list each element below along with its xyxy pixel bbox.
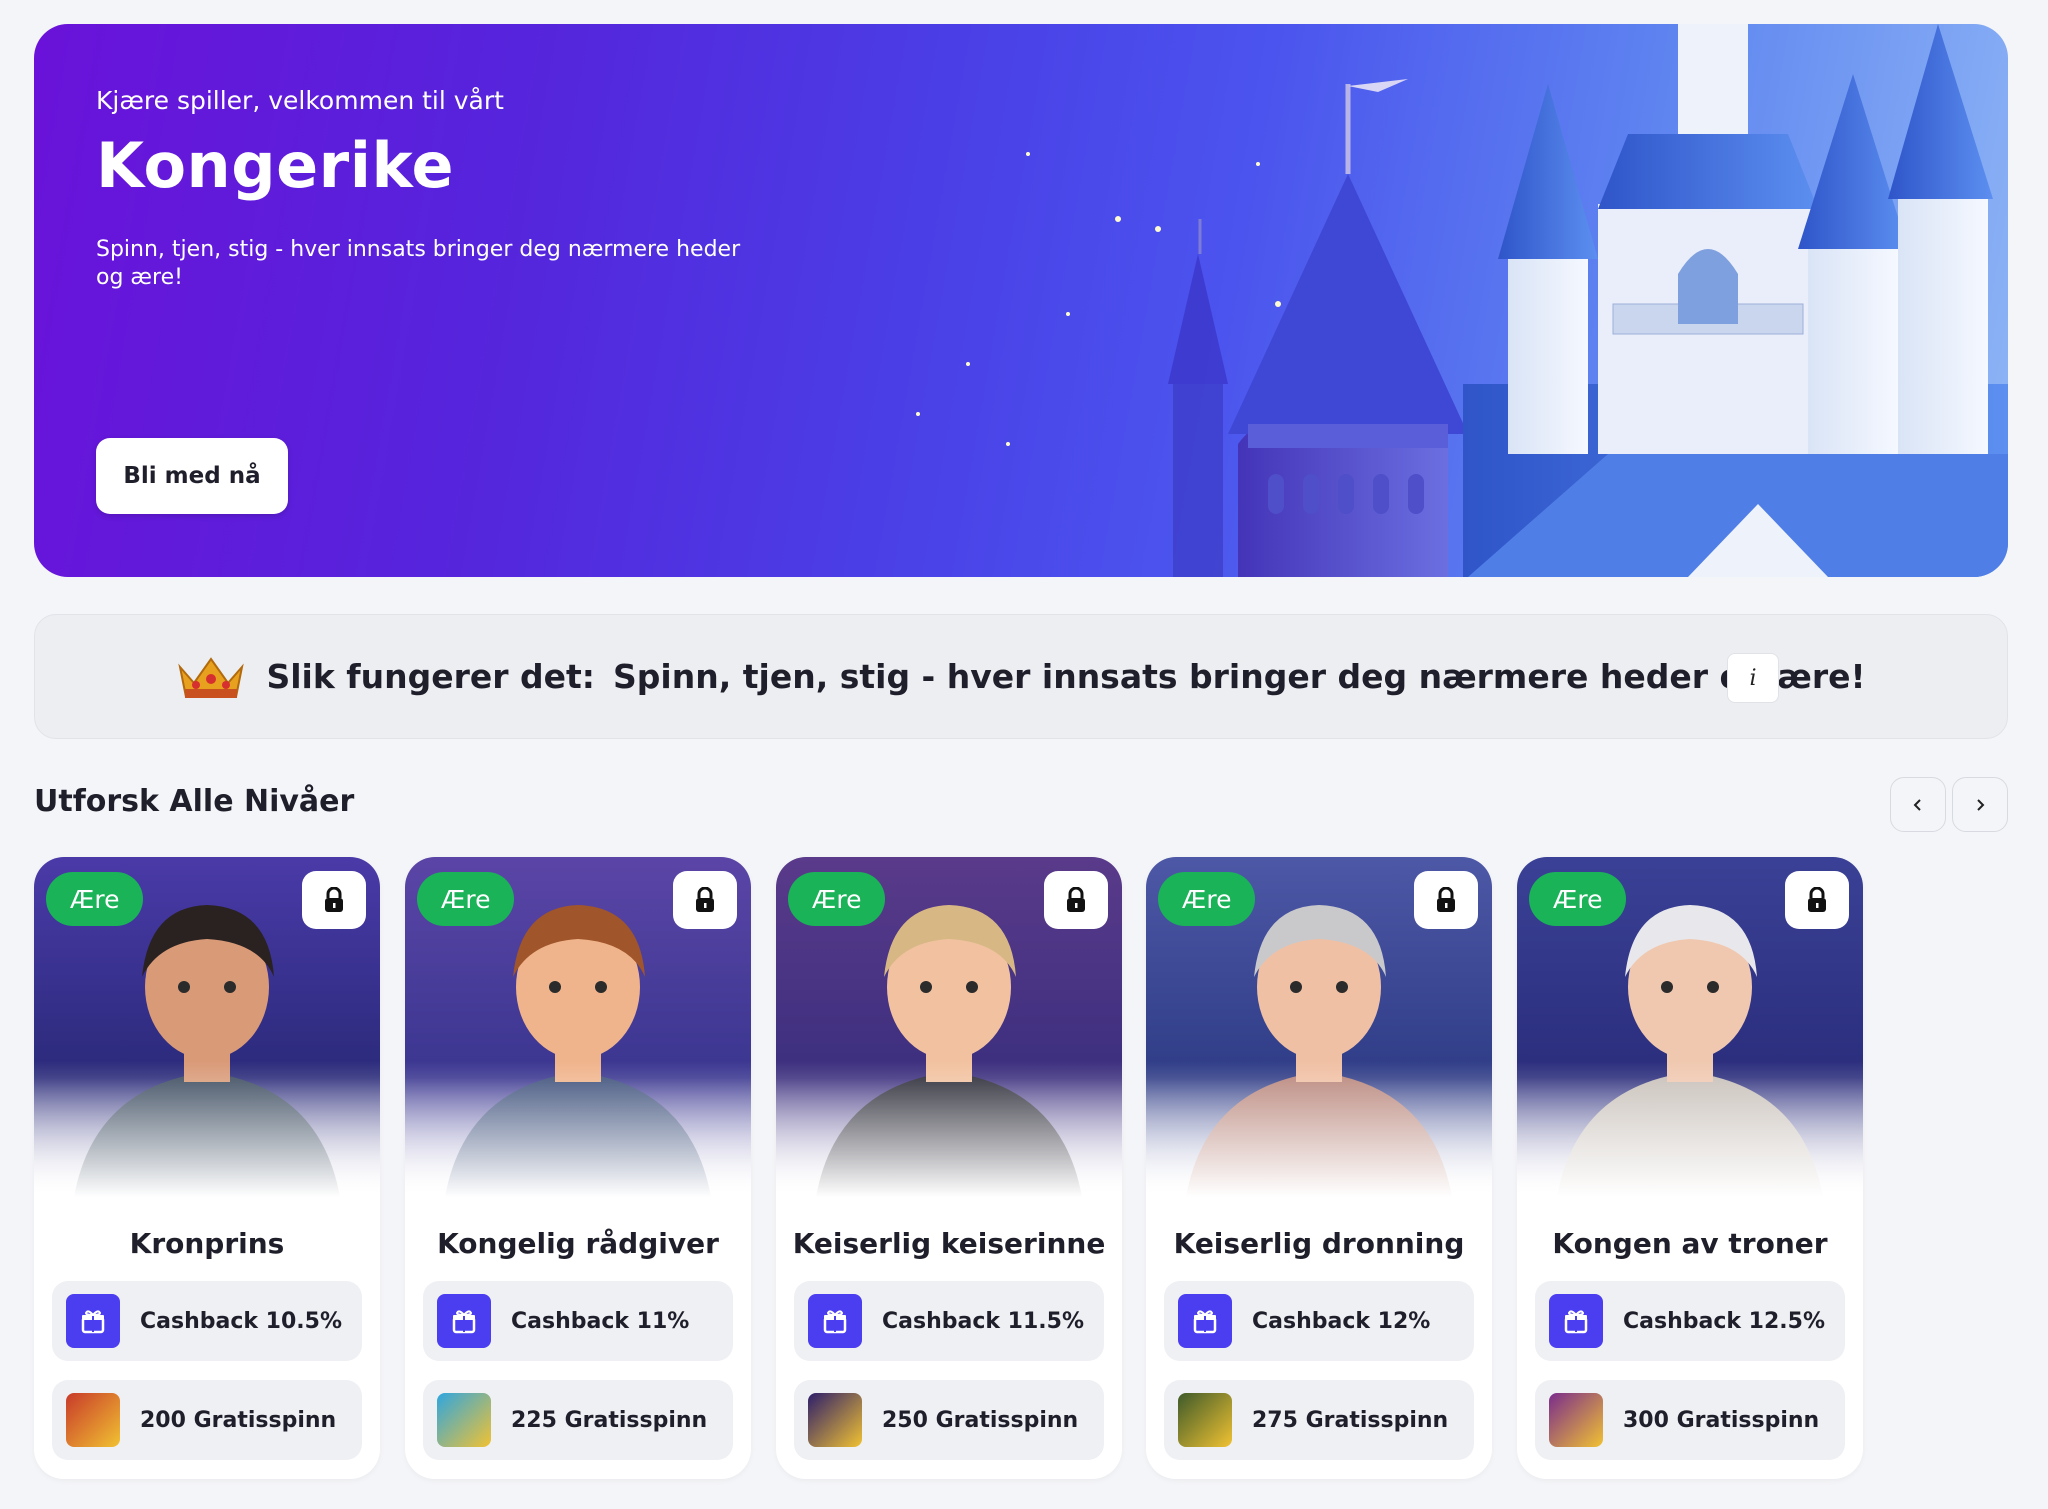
- lock-button[interactable]: [1414, 871, 1478, 929]
- game-thumbnail: [808, 1393, 862, 1447]
- level-name: Kongelig rådgiver: [437, 1227, 719, 1260]
- cashback-perk: Cashback 10.5%: [52, 1281, 362, 1361]
- cashback-perk: Cashback 11.5%: [794, 1281, 1104, 1361]
- honor-badge: Ære: [1158, 872, 1256, 926]
- how-it-works-bar: Slik fungerer det: Spinn, tjen, stig - h…: [34, 614, 2008, 739]
- free-spins-label: 275 Gratisspinn: [1252, 1407, 1449, 1433]
- cashback-label: Cashback 12%: [1252, 1308, 1431, 1334]
- level-name: Keiserlig keiserinne: [792, 1227, 1106, 1260]
- free-spins-label: 200 Gratisspinn: [140, 1407, 337, 1433]
- level-card[interactable]: Ære Kongen av troner Cashback 12.5% 300 …: [1517, 857, 1863, 1479]
- cashback-label: Cashback 11%: [511, 1308, 690, 1334]
- level-card[interactable]: Ære Keiserlig dronning Cashback 12% 275 …: [1146, 857, 1492, 1479]
- lock-button[interactable]: [1785, 871, 1849, 929]
- lock-icon: [325, 887, 343, 912]
- cashback-label: Cashback 12.5%: [1623, 1308, 1825, 1334]
- how-it-works-text: Spinn, tjen, stig - hver innsats bringer…: [613, 657, 1866, 696]
- free-spins-label: 225 Gratisspinn: [511, 1407, 708, 1433]
- cashback-perk: Cashback 12.5%: [1535, 1281, 1845, 1361]
- level-name: Kronprins: [129, 1227, 285, 1260]
- level-name: Kongen av troner: [1552, 1227, 1828, 1260]
- free-spins-perk: 225 Gratisspinn: [423, 1380, 733, 1460]
- free-spins-perk: 275 Gratisspinn: [1164, 1380, 1474, 1460]
- level-name: Keiserlig dronning: [1173, 1227, 1465, 1260]
- hero-title: Kongerike: [96, 129, 455, 202]
- cashback-perk: Cashback 12%: [1164, 1281, 1474, 1361]
- join-now-button[interactable]: Bli med nå: [96, 438, 288, 514]
- lock-button[interactable]: [302, 871, 366, 929]
- free-spins-label: 250 Gratisspinn: [882, 1407, 1079, 1433]
- crown-icon: [178, 656, 245, 698]
- free-spins-perk: 300 Gratisspinn: [1535, 1380, 1845, 1460]
- honor-badge: Ære: [1529, 872, 1627, 926]
- carousel-prev-button[interactable]: [1890, 777, 1946, 832]
- level-card[interactable]: Ære Kongelig rådgiver Cashback 11% 225 G…: [405, 857, 751, 1479]
- honor-badge: Ære: [46, 872, 144, 926]
- hero-subtitle: Kjære spiller, velkommen til vårt: [96, 86, 504, 115]
- levels-section-title: Utforsk Alle Nivåer: [34, 784, 355, 819]
- lock-icon: [1437, 887, 1455, 912]
- cashback-label: Cashback 10.5%: [140, 1308, 342, 1334]
- lock-icon: [1808, 887, 1826, 912]
- hero-banner: Kjære spiller, velkommen til vårt Konger…: [34, 24, 2008, 577]
- lock-icon: [1067, 887, 1085, 912]
- game-thumbnail: [1549, 1393, 1603, 1447]
- cashback-perk: Cashback 11%: [423, 1281, 733, 1361]
- game-thumbnail: [66, 1393, 120, 1447]
- gift-icon: [1178, 1294, 1232, 1348]
- free-spins-label: 300 Gratisspinn: [1623, 1407, 1820, 1433]
- level-card[interactable]: Ære Kronprins Cashback 10.5% 200 Gratiss…: [34, 857, 380, 1479]
- gift-icon: [66, 1294, 120, 1348]
- lock-button[interactable]: [673, 871, 737, 929]
- game-thumbnail: [437, 1393, 491, 1447]
- info-button[interactable]: i: [1727, 653, 1779, 703]
- hero-description: Spinn, tjen, stig - hver innsats bringer…: [96, 237, 741, 290]
- chevron-right-icon: [1977, 798, 1985, 811]
- lock-button[interactable]: [1044, 871, 1108, 929]
- castle-illustration: [916, 24, 2008, 577]
- gift-icon: [1549, 1294, 1603, 1348]
- cashback-label: Cashback 11.5%: [882, 1308, 1084, 1334]
- honor-badge: Ære: [788, 872, 886, 926]
- level-card[interactable]: Ære Keiserlig keiserinne Cashback 11.5% …: [776, 857, 1122, 1479]
- carousel-next-button[interactable]: [1952, 777, 2008, 832]
- lock-icon: [696, 887, 714, 912]
- honor-badge: Ære: [417, 872, 515, 926]
- how-it-works-label: Slik fungerer det:: [266, 657, 596, 696]
- free-spins-perk: 250 Gratisspinn: [794, 1380, 1104, 1460]
- gift-icon: [808, 1294, 862, 1348]
- game-thumbnail: [1178, 1393, 1232, 1447]
- free-spins-perk: 200 Gratisspinn: [52, 1380, 362, 1460]
- gift-icon: [437, 1294, 491, 1348]
- chevron-left-icon: [1913, 798, 1921, 811]
